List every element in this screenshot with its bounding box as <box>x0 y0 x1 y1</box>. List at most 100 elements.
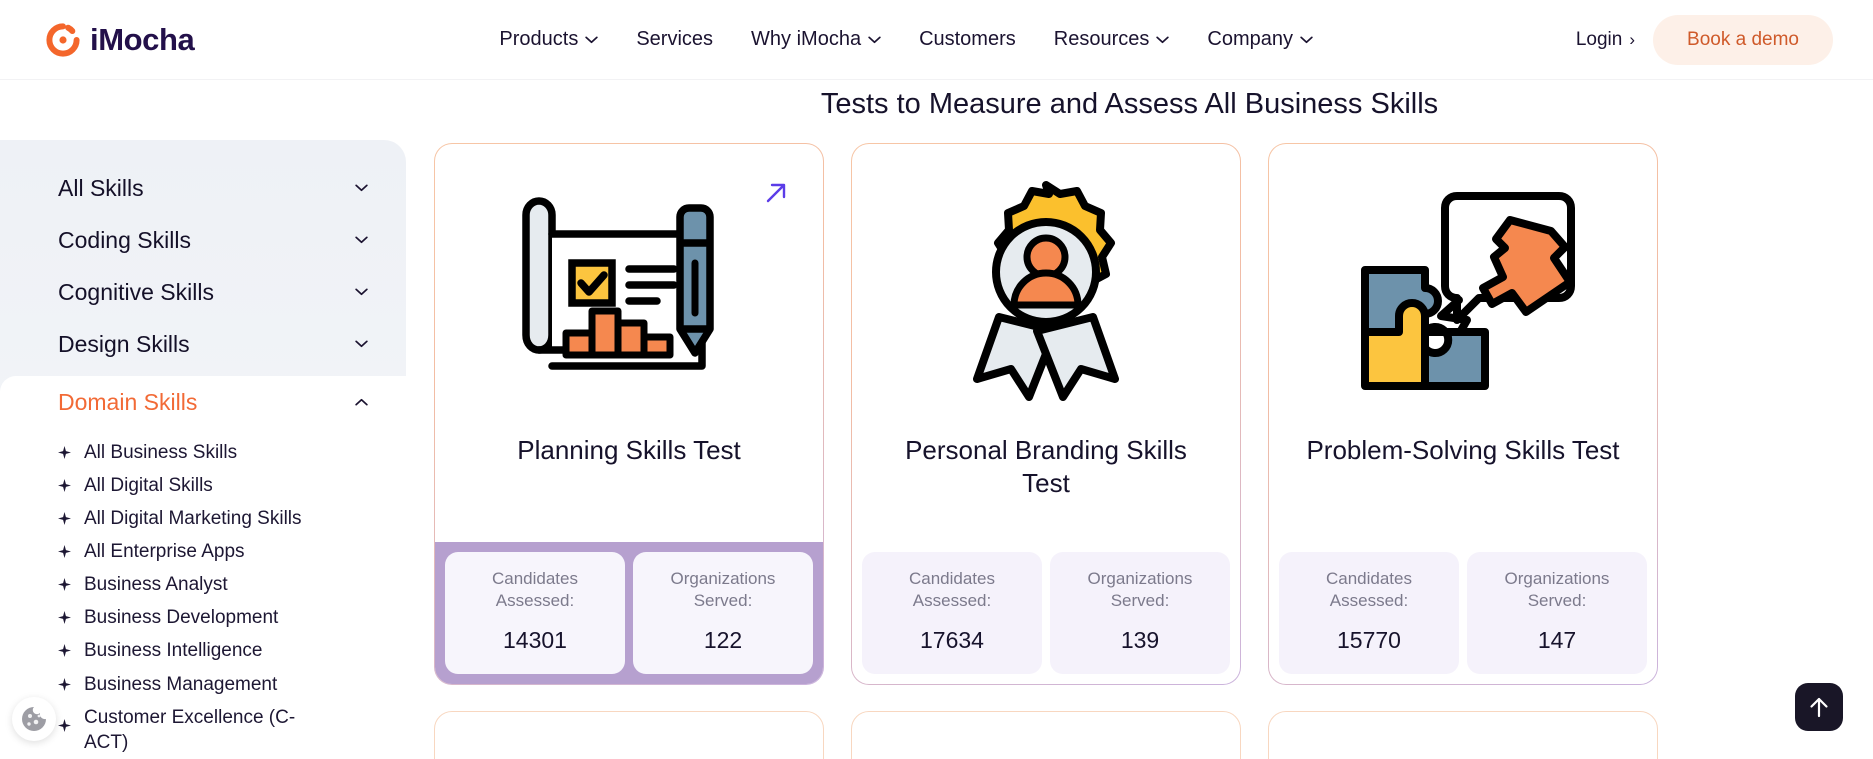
sidebar-subitem-all-enterprise-apps[interactable]: All Enterprise Apps <box>58 535 406 568</box>
face-outline-icon <box>946 746 1146 759</box>
sidebar-subitem-label: Business Analyst <box>84 574 228 596</box>
sidebar-subitem-label: All Enterprise Apps <box>84 541 245 563</box>
gray-block-icon <box>1343 746 1583 759</box>
stat-label: Organizations Served: <box>1504 569 1610 611</box>
card-stats: Candidates Assessed: 14301 Organizations… <box>435 542 823 684</box>
chevron-down-icon <box>355 236 368 244</box>
server-rack-icon <box>509 746 749 759</box>
logo[interactable]: iMocha <box>46 22 195 58</box>
nav-item-why-imocha[interactable]: Why iMocha <box>751 28 881 51</box>
nav-label: Products <box>499 28 579 50</box>
card-body: Personal Branding Skills Test <box>852 144 1240 542</box>
test-card-row2-2[interactable] <box>851 710 1241 759</box>
stat-value: 139 <box>1120 626 1160 653</box>
sidebar-item-design-skills[interactable]: Design Skills <box>0 318 406 370</box>
page-root: iMocha Products Services Why iMocha Cust… <box>0 0 1873 759</box>
chevron-down-icon <box>1300 35 1313 43</box>
sidebar-item-label: Design Skills <box>58 330 190 357</box>
stat-label: Candidates Assessed: <box>908 569 995 611</box>
cookie-consent-button[interactable] <box>12 697 56 741</box>
nav-item-customers[interactable]: Customers <box>919 28 1016 51</box>
sidebar-subitem-business-analyst[interactable]: Business Analyst <box>58 568 406 601</box>
sidebar-item-domain-skills[interactable]: Domain Skills <box>0 376 406 428</box>
sidebar-subitem-label: All Business Skills <box>84 442 238 463</box>
sparkle-icon <box>58 545 71 559</box>
sidebar-item-label: Domain Skills <box>58 388 198 415</box>
sparkle-icon <box>58 578 71 592</box>
stat-label: Organizations Served: <box>670 569 776 611</box>
test-card-planning[interactable]: Planning Skills Test Candidates Assessed… <box>434 143 824 685</box>
puzzle-pieces-thought-bubble-icon <box>1361 191 1575 390</box>
stat-organizations-served: Organizations Served: 147 <box>1467 552 1647 674</box>
chevron-down-icon <box>355 288 368 296</box>
sparkle-icon <box>58 611 71 625</box>
stat-label: Organizations Served: <box>1087 569 1193 611</box>
primary-nav: Products Services Why iMocha Customers R… <box>499 28 1313 51</box>
sidebar-subitem-label: Business Management <box>84 673 278 695</box>
nav-item-products[interactable]: Products <box>499 28 599 51</box>
sidebar-subitem-label: Business Intelligence <box>84 640 263 662</box>
login-link[interactable]: Login › <box>1576 29 1635 51</box>
sparkle-icon <box>58 644 71 658</box>
card-title: Problem-Solving Skills Test <box>1306 435 1620 465</box>
login-label: Login <box>1575 28 1623 50</box>
chevron-up-icon <box>355 398 368 406</box>
sidebar-subitem-all-digital-marketing-skills[interactable]: All Digital Marketing Skills <box>58 502 406 535</box>
test-card-problem-solving[interactable]: Problem-Solving Skills Test Candidates A… <box>1268 143 1658 685</box>
sidebar-subitem-business-intelligence[interactable]: Business Intelligence <box>58 634 406 667</box>
sparkle-icon <box>58 677 71 691</box>
chevron-down-icon <box>585 35 599 43</box>
sidebar-item-cognitive-skills[interactable]: Cognitive Skills <box>0 266 406 318</box>
nav-item-company[interactable]: Company <box>1207 28 1313 51</box>
chevron-down-icon <box>355 340 368 348</box>
stat-organizations-served: Organizations Served: 122 <box>633 552 813 674</box>
sidebar-subitem-label: Customer Excellence (C-ACT) <box>84 706 296 753</box>
chevron-right-icon: › <box>1629 30 1636 49</box>
award-badge-person-icon <box>973 180 1119 401</box>
imocha-circle-logo-icon <box>46 22 80 57</box>
nav-label: Services <box>636 28 714 50</box>
sidebar-item-all-skills[interactable]: All Skills <box>0 162 406 214</box>
card-title: Planning Skills Test <box>517 435 741 465</box>
sparkle-icon <box>58 479 71 493</box>
book-a-demo-button[interactable]: Book a demo <box>1653 14 1833 65</box>
header-actions: Login › Book a demo <box>1576 14 1833 65</box>
test-card-row2-3[interactable] <box>1268 710 1658 759</box>
stat-value: 15770 <box>1337 626 1401 653</box>
chevron-down-icon <box>355 184 368 192</box>
blueprint-planning-icon <box>522 196 714 370</box>
sidebar-subitem-all-digital-skills[interactable]: All Digital Skills <box>58 469 406 502</box>
sidebar-subitem-business-management[interactable]: Business Management <box>58 668 406 701</box>
test-card-personal-branding[interactable]: Personal Branding Skills Test Candidates… <box>851 143 1241 685</box>
sidebar-subitem-customer-excellence[interactable]: Customer Excellence (C-ACT) <box>58 701 338 759</box>
chevron-down-icon <box>868 35 881 43</box>
sidebar-subitem-business-development[interactable]: Business Development <box>58 601 406 634</box>
nav-item-resources[interactable]: Resources <box>1054 28 1170 51</box>
stat-value: 14301 <box>503 626 567 653</box>
sidebar-item-label: Cognitive Skills <box>58 278 214 305</box>
test-card-grid: Planning Skills Test Candidates Assessed… <box>406 121 1873 685</box>
sparkle-icon <box>58 512 71 526</box>
nav-label: Company <box>1207 28 1293 50</box>
test-card-row2-1[interactable] <box>434 710 824 759</box>
test-card-grid-row2 <box>406 685 1873 759</box>
stat-value: 147 <box>1537 626 1577 653</box>
sidebar-item-label: Coding Skills <box>58 226 191 253</box>
nav-item-services[interactable]: Services <box>636 28 713 51</box>
card-stats: Candidates Assessed: 15770 Organizations… <box>1269 542 1657 684</box>
card-stats: Candidates Assessed: 17634 Organizations… <box>852 542 1240 684</box>
card-title: Personal Branding Skills Test <box>905 435 1187 498</box>
stat-candidates-assessed: Candidates Assessed: 17634 <box>862 552 1042 674</box>
site-header: iMocha Products Services Why iMocha Cust… <box>0 0 1873 80</box>
sidebar-item-coding-skills[interactable]: Coding Skills <box>0 214 406 266</box>
sidebar-subitem-label: Business Development <box>84 607 279 629</box>
main-content: Tests to Measure and Assess All Business… <box>406 80 1873 759</box>
arrow-up-right-icon <box>766 183 786 203</box>
scroll-to-top-button[interactable] <box>1795 683 1843 731</box>
skills-sidebar: All Skills Coding Skills Cognitive Skill… <box>0 140 406 759</box>
stat-label: Candidates Assessed: <box>491 569 578 611</box>
sidebar-item-label: All Skills <box>58 174 144 201</box>
stat-candidates-assessed: Candidates Assessed: 15770 <box>1279 552 1459 674</box>
stat-value: 122 <box>703 626 743 653</box>
sidebar-subitem-all-business-skills[interactable]: All Business Skills <box>58 436 406 469</box>
